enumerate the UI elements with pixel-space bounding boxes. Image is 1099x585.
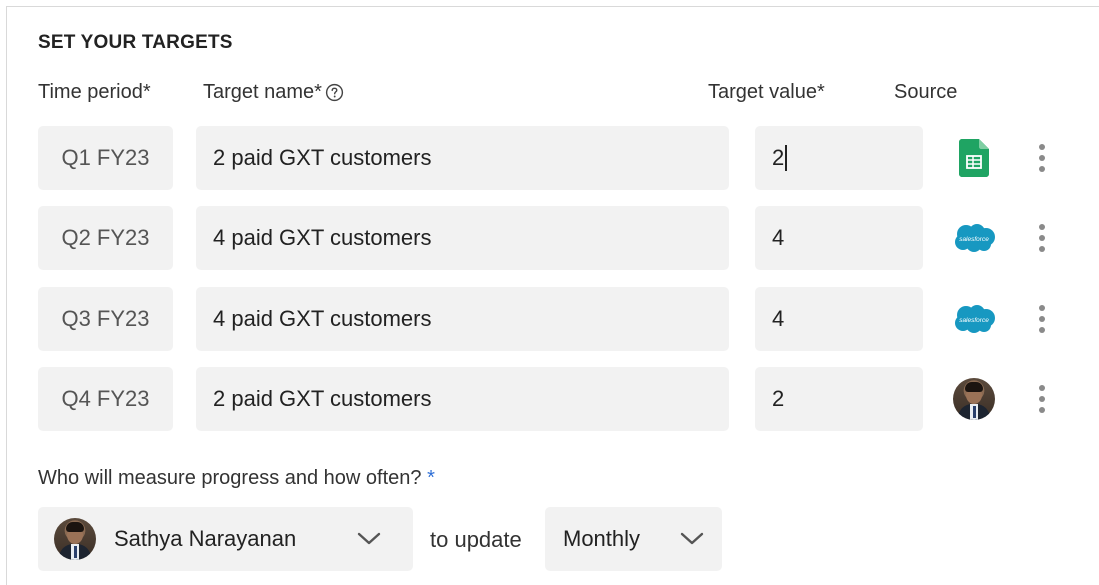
measure-question-text: Who will measure progress and how often? xyxy=(38,467,422,489)
avatar-hair xyxy=(66,522,84,532)
target-row-q1: Q1 FY23 2 paid GXT customers 2 xyxy=(0,126,1099,190)
owner-avatar xyxy=(54,518,96,560)
target-value-input[interactable]: 2 xyxy=(755,367,923,431)
user-avatar xyxy=(953,378,995,420)
avatar-tie xyxy=(972,406,976,418)
time-period-field[interactable]: Q1 FY23 xyxy=(38,126,173,190)
salesforce-icon: salesforce xyxy=(955,305,995,333)
salesforce-logo-text: salesforce xyxy=(959,317,989,324)
kebab-dot xyxy=(1039,407,1045,413)
target-name-input[interactable]: 2 paid GXT customers xyxy=(196,367,729,431)
target-row-q2: Q2 FY23 4 paid GXT customers 4 salesforc… xyxy=(0,206,1099,270)
kebab-dot xyxy=(1039,144,1045,150)
column-header-source: Source xyxy=(894,81,958,103)
target-name-input[interactable]: 2 paid GXT customers xyxy=(196,126,729,190)
section-title: SET YOUR TARGETS xyxy=(38,32,233,53)
kebab-dot xyxy=(1039,316,1045,322)
help-icon[interactable] xyxy=(325,83,344,102)
required-asterisk: * xyxy=(427,467,435,489)
kebab-dot xyxy=(1039,235,1045,241)
target-name-input[interactable]: 4 paid GXT customers xyxy=(196,206,729,270)
row-menu-button[interactable] xyxy=(1030,303,1054,335)
time-period-value: Q2 FY23 xyxy=(61,225,150,250)
source-button[interactable]: salesforce xyxy=(952,218,996,258)
time-period-field[interactable]: Q2 FY23 xyxy=(38,206,173,270)
target-name-value: 4 paid GXT customers xyxy=(213,225,432,250)
to-update-label: to update xyxy=(430,527,522,552)
target-value-value: 2 xyxy=(772,145,785,170)
source-button[interactable] xyxy=(952,378,996,420)
salesforce-logo-text: salesforce xyxy=(959,236,989,243)
kebab-dot xyxy=(1039,396,1045,402)
target-name-value: 4 paid GXT customers xyxy=(213,306,432,331)
target-row-q4: Q4 FY23 2 paid GXT customers 2 xyxy=(0,367,1099,431)
source-button[interactable] xyxy=(952,138,996,178)
target-value-input[interactable]: 2 xyxy=(755,126,923,190)
target-name-input[interactable]: 4 paid GXT customers xyxy=(196,287,729,351)
target-value-value: 2 xyxy=(772,386,785,411)
time-period-value: Q3 FY23 xyxy=(61,306,150,331)
kebab-dot xyxy=(1039,385,1045,391)
target-value-input[interactable]: 4 xyxy=(755,206,923,270)
column-header-target-name-label: Target name* xyxy=(203,81,322,103)
kebab-dot xyxy=(1039,327,1045,333)
frequency-select[interactable]: Monthly xyxy=(545,507,722,571)
chevron-down-icon xyxy=(680,532,704,545)
kebab-dot xyxy=(1039,155,1045,161)
target-value-input[interactable]: 4 xyxy=(755,287,923,351)
target-name-value: 2 paid GXT customers xyxy=(213,386,432,411)
time-period-field[interactable]: Q4 FY23 xyxy=(38,367,173,431)
target-row-q3: Q3 FY23 4 paid GXT customers 4 salesforc… xyxy=(0,287,1099,351)
target-name-value: 2 paid GXT customers xyxy=(213,145,432,170)
kebab-dot xyxy=(1039,166,1045,172)
time-period-field[interactable]: Q3 FY23 xyxy=(38,287,173,351)
column-header-time-period: Time period* xyxy=(38,81,151,103)
row-menu-button[interactable] xyxy=(1030,142,1054,174)
frequency-select-value: Monthly xyxy=(563,526,641,551)
text-cursor xyxy=(785,145,787,171)
kebab-dot xyxy=(1039,224,1045,230)
chevron-down-icon xyxy=(357,532,381,545)
avatar-hair xyxy=(965,382,983,392)
avatar-tie xyxy=(73,546,77,558)
google-sheets-icon xyxy=(959,139,989,177)
kebab-dot xyxy=(1039,305,1045,311)
time-period-value: Q4 FY23 xyxy=(61,386,150,411)
column-header-target-value: Target value* xyxy=(708,81,825,103)
column-header-target-name: Target name* xyxy=(203,81,344,104)
row-menu-button[interactable] xyxy=(1030,222,1054,254)
target-value-value: 4 xyxy=(772,306,785,331)
owner-select[interactable]: Sathya Narayanan xyxy=(38,507,413,571)
owner-select-value: Sathya Narayanan xyxy=(114,526,297,551)
source-button[interactable]: salesforce xyxy=(952,299,996,339)
time-period-value: Q1 FY23 xyxy=(61,145,150,170)
row-menu-button[interactable] xyxy=(1030,383,1054,415)
salesforce-icon: salesforce xyxy=(955,224,995,252)
kebab-dot xyxy=(1039,246,1045,252)
measure-question: Who will measure progress and how often?… xyxy=(38,467,435,490)
target-value-value: 4 xyxy=(772,225,785,250)
